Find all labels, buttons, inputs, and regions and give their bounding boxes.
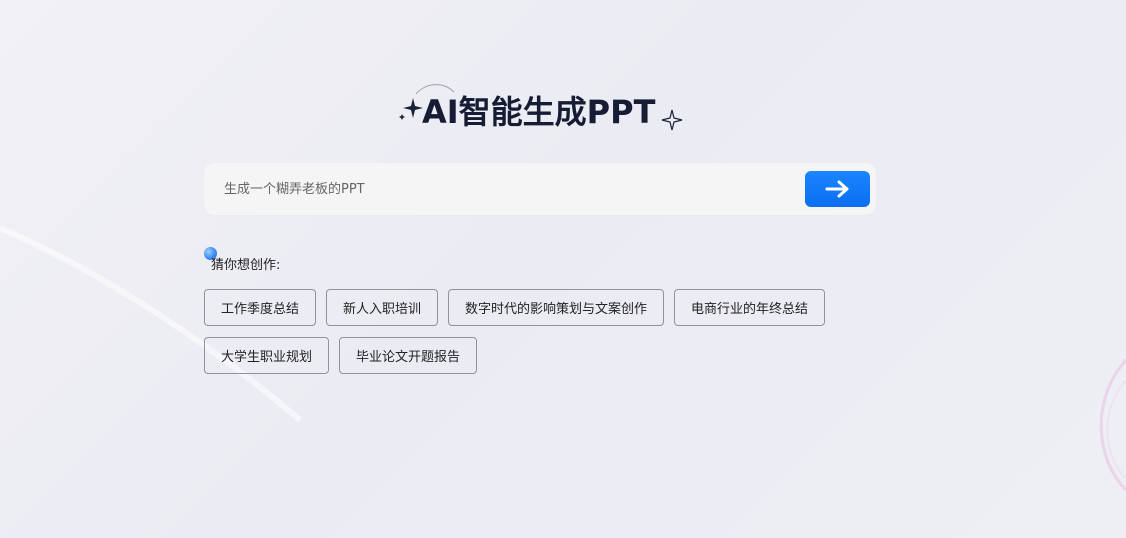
page-title: AI智能生成PPT	[422, 93, 656, 131]
page-title-block: AI智能生成PPT	[396, 78, 686, 134]
search-box	[204, 163, 876, 215]
suggestion-chip[interactable]: 电商行业的年终总结	[674, 289, 825, 326]
suggestion-chip[interactable]: 毕业论文开题报告	[339, 337, 477, 374]
send-button[interactable]	[805, 171, 870, 207]
search-input[interactable]	[224, 163, 784, 215]
suggestions-label: 猜你想创作:	[211, 258, 281, 273]
suggestion-chip[interactable]: 新人入职培训	[326, 289, 438, 326]
suggestion-chip[interactable]: 大学生职业规划	[204, 337, 329, 374]
arrow-right-icon	[825, 180, 848, 198]
suggestion-chip[interactable]: 工作季度总结	[204, 289, 316, 326]
suggestion-chip[interactable]: 数字时代的影响策划与文案创作	[448, 289, 664, 326]
